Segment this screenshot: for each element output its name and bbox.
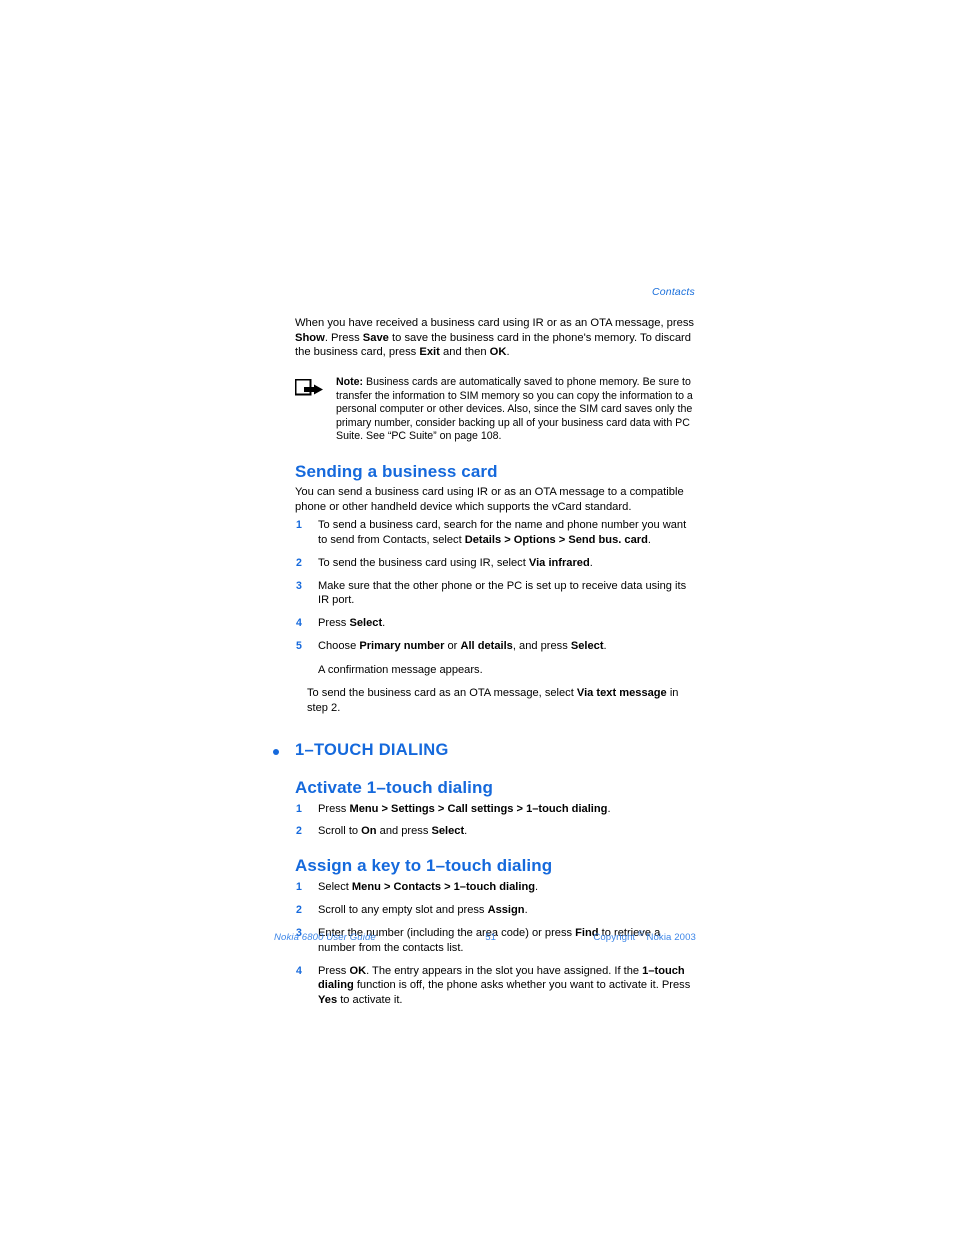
assign-steps-list: 1 Select Menu > Contacts > 1–touch dialin… <box>295 880 695 1007</box>
step-bold-1: On <box>361 824 377 837</box>
step-text-1: Make sure that the other phone or the PC… <box>318 579 687 607</box>
heading-assign-key-one-touch-dialing: Assign a key to 1–touch dialing <box>295 856 553 876</box>
sending-intro-paragraph: You can send a business card using IR or… <box>295 486 684 513</box>
ota-note: To send the business card as an OTA mess… <box>307 686 695 715</box>
step-text-1: Press <box>318 617 350 630</box>
list-item: 4 Press Select. <box>295 616 695 631</box>
list-item: 3 Make sure that the other phone or the P… <box>295 579 695 608</box>
document-page: Contacts When you have received a busine… <box>0 0 954 1235</box>
step-text-3: . <box>464 824 468 837</box>
step-text-1: Press <box>318 964 350 977</box>
step-text-1: Scroll to <box>318 824 362 837</box>
step-bold-1: Menu > Contacts > 1–touch dialing <box>351 881 535 894</box>
step-bold-1: Assign <box>487 904 525 917</box>
step-bold-1: OK <box>349 964 367 977</box>
list-item: 1 Press Menu > Settings > Call settings >… <box>295 802 695 817</box>
ota-bold: Via text message <box>576 687 667 700</box>
step-text-2: . <box>535 881 539 894</box>
running-head: Contacts <box>651 286 695 298</box>
section-title: 1–TOUCH DIALING <box>295 741 449 760</box>
step-bold-3: Yes <box>318 993 338 1006</box>
ota-text-1: To send the business card as an OTA mess… <box>307 687 577 700</box>
list-item: 5 Choose Primary number or All details, a… <box>295 639 695 654</box>
step-text-3: , and press <box>512 640 571 653</box>
step-text-3: function is off, the phone asks whether … <box>353 979 691 992</box>
bullet-dot-icon <box>273 749 279 756</box>
step-number: 1 <box>296 519 302 532</box>
note-label: Note: <box>336 376 364 389</box>
list-item: 2 Scroll to any empty slot and press Assi… <box>295 903 695 918</box>
intro-bold-ok: OK <box>489 346 507 359</box>
step-number: 2 <box>296 904 302 917</box>
step-bold-1: Primary number <box>359 640 445 653</box>
step-number: 2 <box>296 556 302 569</box>
intro-text-1: When you have received a business card u… <box>295 317 695 329</box>
step-text-1: Choose <box>318 640 360 653</box>
step-text-2: . <box>647 533 651 546</box>
list-item: 2 To send the business card using IR, sel… <box>295 556 695 571</box>
step-bold-2: All details <box>460 640 513 653</box>
step-number: 1 <box>296 881 302 894</box>
step-bold-2: Select <box>431 824 465 837</box>
sending-steps-list: 1 To send a business card, search for the… <box>295 518 695 654</box>
intro-bold-save: Save <box>362 331 389 344</box>
step-text-1: Select <box>318 881 352 894</box>
step-number: 1 <box>296 803 302 816</box>
step-text-1: Scroll to any empty slot and press <box>318 904 488 917</box>
footer-page-number: 51 <box>485 932 496 944</box>
step-text-2: or <box>444 640 461 653</box>
step-number: 5 <box>296 640 302 653</box>
page-footer: Nokia 6800 User Guide 51 Copyright © Nok… <box>274 929 696 943</box>
heading-activate-one-touch-dialing: Activate 1–touch dialing <box>295 778 493 798</box>
note-text: Note: Business cards are automatically s… <box>336 376 695 444</box>
intro-paragraph: When you have received a business card u… <box>295 316 695 360</box>
step-text-4: . <box>603 640 607 653</box>
step-bold-3: Select <box>570 640 604 653</box>
step-text-4: to activate it. <box>337 993 403 1006</box>
activate-steps-list: 1 Press Menu > Settings > Call settings >… <box>295 802 695 838</box>
page-content: Contacts When you have received a busine… <box>273 285 695 1007</box>
list-item: 1 Select Menu > Contacts > 1–touch dialin… <box>295 880 695 895</box>
intro-bold-exit: Exit <box>419 346 440 359</box>
intro-text-4: and then <box>439 346 490 359</box>
intro-text-5: . <box>506 346 510 359</box>
step-text-2: . <box>607 803 611 816</box>
step-text-2: . <box>382 617 386 630</box>
step-number: 2 <box>296 824 302 837</box>
step-text-2: . The entry appears in the slot you have… <box>366 964 643 977</box>
step-number: 4 <box>296 617 302 630</box>
confirmation-note: A confirmation message appears. <box>318 663 483 676</box>
step-text-2: and press <box>376 824 432 837</box>
step-bold-1: Details > Options > Send bus. card <box>464 533 648 546</box>
step-text-2: . <box>589 556 593 569</box>
step-bold-1: Via infrared <box>528 556 590 569</box>
intro-text-2: . Press <box>324 331 363 344</box>
copyright-text-2: Nokia 2003 <box>643 932 696 944</box>
step-bold-1: Select <box>349 617 383 630</box>
section-heading-one-touch-dialing: 1–TOUCH DIALING <box>273 740 695 760</box>
step-text-2: . <box>524 904 528 917</box>
list-item: 4 Press OK. The entry appears in the slot… <box>295 964 695 1008</box>
note-block: Note: Business cards are automatically s… <box>294 376 695 444</box>
copyright-text-1: Copyright <box>593 932 639 944</box>
list-item: 1 To send a business card, search for the… <box>295 518 695 547</box>
footer-copyright: Copyright © Nokia 2003 <box>593 929 696 943</box>
note-body: Business cards are automatically saved t… <box>336 376 693 443</box>
step-text-1: Press <box>318 803 350 816</box>
step-number: 3 <box>296 579 302 592</box>
step-bold-1: Menu > Settings > Call settings > 1–touc… <box>349 803 608 816</box>
list-item: 2 Scroll to On and press Select. <box>295 824 695 839</box>
step-number: 4 <box>296 964 302 977</box>
step-text-1: To send the business card using IR, sele… <box>318 556 529 569</box>
footer-guide-title: Nokia 6800 User Guide <box>274 932 376 944</box>
intro-bold-show: Show <box>295 331 325 344</box>
note-arrow-icon <box>294 378 325 397</box>
heading-sending-business-card: Sending a business card <box>295 462 498 482</box>
